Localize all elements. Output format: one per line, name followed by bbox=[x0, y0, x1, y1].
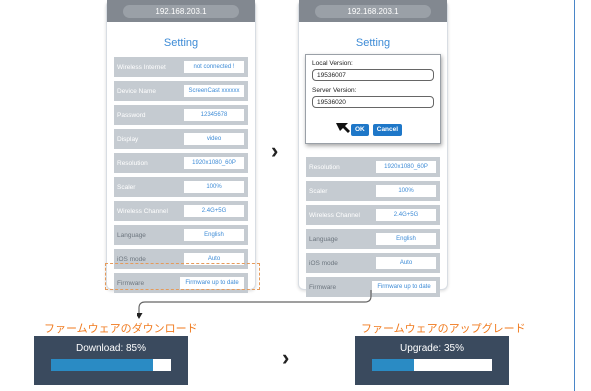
setting-row-wireless-channel[interactable]: Wireless Channel 2.4G+5G bbox=[114, 201, 248, 221]
download-progress-bar bbox=[51, 359, 171, 371]
cancel-button[interactable]: Cancel bbox=[372, 124, 403, 136]
setting-value[interactable]: English bbox=[184, 229, 244, 241]
setting-value[interactable]: 2.4G+5G bbox=[376, 209, 436, 221]
setting-label: Scaler bbox=[309, 187, 328, 195]
server-version-label: Server Version: bbox=[312, 87, 357, 94]
setting-value[interactable]: English bbox=[376, 233, 436, 245]
download-caption: ファームウェアのダウンロード bbox=[44, 323, 198, 335]
page-title: Setting bbox=[355, 37, 391, 49]
firmware-row-highlight bbox=[105, 263, 260, 290]
setting-value[interactable]: 1920x1080_60P bbox=[376, 161, 436, 173]
upgrade-progress-fill bbox=[372, 359, 414, 371]
setting-label: Password bbox=[117, 111, 146, 119]
setting-label: Language bbox=[309, 235, 338, 243]
setting-label: Device Name bbox=[117, 87, 157, 95]
setting-value[interactable]: 100% bbox=[376, 185, 436, 197]
settings-list: Wireless Internet not connected ! Device… bbox=[114, 57, 248, 293]
download-status-text: Download: 85% bbox=[75, 343, 147, 354]
browser-address-bar: 192.168.203.1 bbox=[107, 0, 255, 22]
flow-connector-arrow-icon bbox=[137, 290, 372, 319]
setting-row-language[interactable]: Language English bbox=[114, 225, 248, 245]
setting-value[interactable]: not connected ! bbox=[184, 61, 244, 73]
settings-list: Resolution 1920x1080_60P Scaler 100% Wir… bbox=[306, 157, 440, 297]
setting-label: Wireless Internet bbox=[117, 63, 166, 71]
next-step-chevron-icon: › bbox=[271, 138, 279, 163]
setting-row-scaler[interactable]: Scaler 100% bbox=[114, 177, 248, 197]
setting-label: Resolution bbox=[117, 159, 148, 167]
setting-label: Language bbox=[117, 231, 146, 239]
local-version-label: Local Version: bbox=[312, 60, 353, 67]
page-title: Setting bbox=[163, 37, 199, 49]
setting-label: Display bbox=[117, 135, 139, 143]
setting-row-password[interactable]: Password 12345678 bbox=[114, 105, 248, 125]
setting-value[interactable]: 12345678 bbox=[184, 109, 244, 121]
download-progress-panel: Download: 85% bbox=[34, 336, 188, 385]
setting-label: iOS mode bbox=[309, 259, 338, 267]
setting-value[interactable]: video bbox=[184, 133, 244, 145]
setting-label: iOS mode bbox=[117, 255, 146, 263]
setting-row-resolution[interactable]: Resolution 1920x1080_60P bbox=[114, 153, 248, 173]
setting-row-resolution[interactable]: Resolution 1920x1080_60P bbox=[306, 157, 440, 177]
server-version-field[interactable]: 19536020 bbox=[312, 96, 434, 108]
browser-address-bar: 192.168.203.1 bbox=[299, 0, 447, 22]
download-progress-fill bbox=[51, 359, 153, 371]
setting-value[interactable]: Auto bbox=[376, 257, 436, 269]
setting-value[interactable]: ScreenCast xxxxxx bbox=[184, 85, 244, 97]
setting-value[interactable]: 2.4G+5G bbox=[184, 205, 244, 217]
setting-label: Scaler bbox=[117, 183, 136, 191]
settings-screen-right: 192.168.203.1 Setting Resolution 1920x10… bbox=[298, 0, 448, 297]
upgrade-progress-bar bbox=[372, 359, 492, 371]
setting-value[interactable]: 1920x1080_60P bbox=[184, 157, 244, 169]
local-version-field[interactable]: 19536007 bbox=[312, 69, 434, 81]
setting-row-display[interactable]: Display video bbox=[114, 129, 248, 149]
setting-label: Resolution bbox=[309, 163, 340, 171]
upgrade-caption: ファームウェアのアップグレード bbox=[361, 323, 526, 335]
setting-row-language[interactable]: Language English bbox=[306, 229, 440, 249]
page-edge-rule bbox=[574, 0, 575, 391]
setting-value[interactable]: 100% bbox=[184, 181, 244, 193]
setting-value[interactable]: Firmware up to date bbox=[372, 281, 436, 293]
setting-row-scaler[interactable]: Scaler 100% bbox=[306, 181, 440, 201]
setting-row-device-name[interactable]: Device Name ScreenCast xxxxxx bbox=[114, 81, 248, 101]
setting-label: Wireless Channel bbox=[309, 211, 360, 219]
settings-screen-left: 192.168.203.1 Setting Wireless Internet … bbox=[106, 0, 256, 293]
url-field[interactable]: 192.168.203.1 bbox=[123, 4, 239, 18]
setting-row-ios-mode[interactable]: iOS mode Auto bbox=[306, 253, 440, 273]
url-field[interactable]: 192.168.203.1 bbox=[315, 4, 431, 18]
setting-row-wireless-channel[interactable]: Wireless Channel 2.4G+5G bbox=[306, 205, 440, 225]
upgrade-progress-panel: Upgrade: 35% bbox=[355, 336, 509, 385]
setting-row-wireless-internet[interactable]: Wireless Internet not connected ! bbox=[114, 57, 248, 77]
ok-button[interactable]: OK bbox=[351, 124, 369, 136]
dialog-button-group: OK Cancel bbox=[351, 124, 403, 136]
next-step-chevron-icon: › bbox=[282, 345, 290, 370]
setting-label: Wireless Channel bbox=[117, 207, 168, 215]
firmware-version-dialog: Local Version: 19536007 Server Version: … bbox=[305, 54, 441, 144]
upgrade-status-text: Upgrade: 35% bbox=[400, 343, 464, 354]
mouse-pointer-icon bbox=[336, 123, 350, 133]
